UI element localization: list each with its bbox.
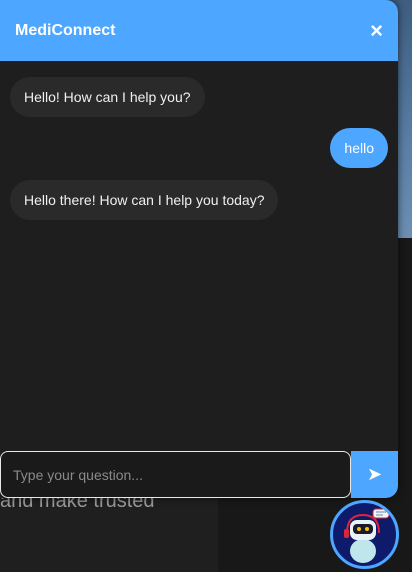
chatbot-launcher-button[interactable] [330,500,399,569]
bot-message: Hello there! How can I help you today? [10,180,279,220]
chat-header: MediConnect × [0,0,398,61]
chat-title: MediConnect [15,21,116,39]
bot-message: Hello! How can I help you? [10,77,205,117]
send-icon: ➤ [366,464,383,484]
send-button[interactable]: ➤ [351,451,398,498]
chat-window: MediConnect × Hello! How can I help you?… [0,0,398,498]
close-icon[interactable]: × [370,19,383,42]
message-list: Hello! How can I help you? hello Hello t… [0,61,398,451]
chat-input-row: ➤ [0,451,398,498]
question-input[interactable] [0,451,351,498]
robot-avatar-icon [344,508,390,563]
user-message: hello [330,128,388,168]
